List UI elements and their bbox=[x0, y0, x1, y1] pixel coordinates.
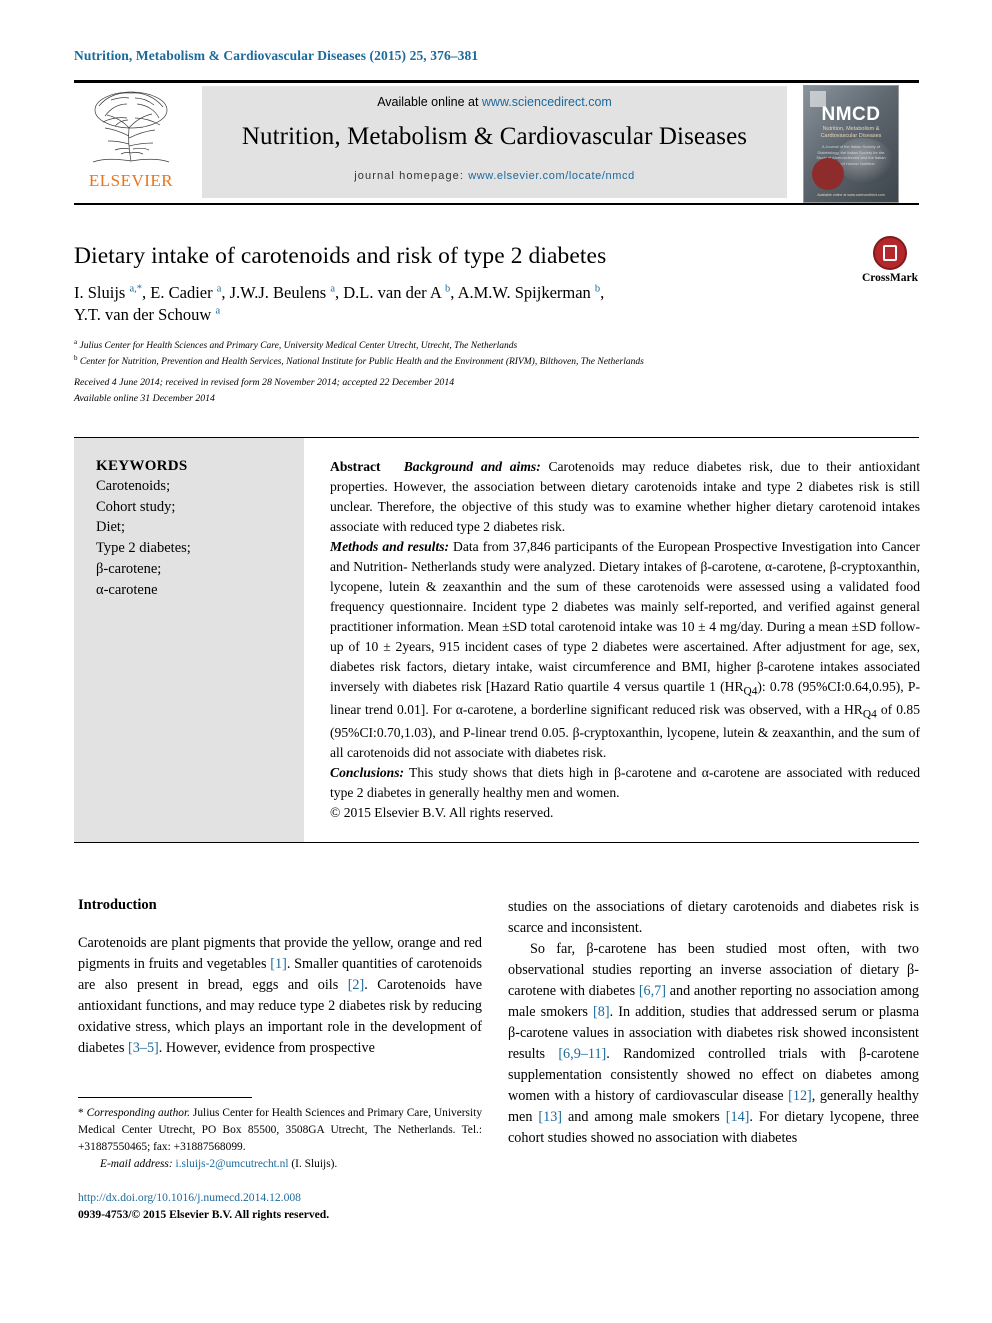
masthead-rule-bottom bbox=[74, 203, 919, 205]
page-title: Dietary intake of carotenoids and risk o… bbox=[74, 243, 607, 269]
journal-homepage-link[interactable]: www.elsevier.com/locate/nmcd bbox=[468, 170, 635, 182]
author-line-2: Y.T. van der Schouw a bbox=[74, 304, 221, 324]
available-online-prefix: Available online at bbox=[377, 95, 482, 109]
section-heading-introduction: Introduction bbox=[78, 897, 157, 913]
elsevier-tree-icon bbox=[92, 91, 170, 163]
crossmark-icon bbox=[873, 236, 907, 270]
keyword-item: Diet; bbox=[96, 519, 125, 536]
running-head: Nutrition, Metabolism & Cardiovascular D… bbox=[74, 48, 479, 63]
email-owner: (I. Sluijs). bbox=[291, 1158, 338, 1171]
abstract-methods-body-1: Data from 37,846 participants of the Eur… bbox=[330, 538, 920, 694]
cover-footer: Available online at www.sciencedirect.co… bbox=[817, 192, 885, 197]
history-available-online: Available online 31 December 2014 bbox=[74, 392, 215, 404]
corresponding-author-footnote: * Corresponding author. Julius Center fo… bbox=[78, 1105, 482, 1173]
doi-link[interactable]: http://dx.doi.org/10.1016/j.numecd.2014.… bbox=[78, 1190, 482, 1207]
crossmark-badge[interactable]: CrossMark bbox=[857, 236, 923, 284]
intro-paragraph-left: Carotenoids are plant pigments that prov… bbox=[78, 935, 482, 1057]
abstract-label: Abstract bbox=[330, 459, 381, 474]
doi-footer: http://dx.doi.org/10.1016/j.numecd.2014.… bbox=[78, 1190, 482, 1224]
abstract-background: Abstract Background and aims: Carotenoid… bbox=[330, 457, 920, 537]
abstract-methods-head: Methods and results: bbox=[330, 538, 450, 554]
author-list: I. Sluijs a,*, E. Cadier a, J.W.J. Beule… bbox=[74, 282, 794, 326]
keyword-item: α-carotene bbox=[96, 581, 158, 598]
keyword-item: Cohort study; bbox=[96, 498, 176, 515]
footnote-rule bbox=[78, 1097, 252, 1098]
paper-page: Nutrition, Metabolism & Cardiovascular D… bbox=[0, 0, 992, 1323]
abstract-hr-subscript-1: Q4 bbox=[743, 685, 758, 698]
cover-badge bbox=[812, 158, 844, 190]
email-link[interactable]: i.sluijs-2@umcutrecht.nl bbox=[176, 1158, 289, 1170]
issn-copyright: 0939-4753/© 2015 Elsevier B.V. All right… bbox=[78, 1207, 330, 1221]
affiliation-b: b Center for Nutrition, Prevention and H… bbox=[74, 354, 644, 368]
journal-homepage-line: journal homepage: www.elsevier.com/locat… bbox=[202, 170, 787, 182]
journal-title: Nutrition, Metabolism & Cardiovascular D… bbox=[241, 123, 748, 150]
elsevier-logo: ELSEVIER bbox=[77, 88, 185, 200]
footnote-corresponding: * Corresponding author. Julius Center fo… bbox=[78, 1107, 483, 1154]
intro-paragraph-right-2: So far, β-carotene has been studied most… bbox=[508, 941, 920, 1147]
cover-subtitle: Nutrition, Metabolism & Cardiovascular D… bbox=[820, 126, 882, 140]
affiliations: a Julius Center for Health Sciences and … bbox=[74, 337, 864, 370]
journal-masthead: ELSEVIER Available online at www.science… bbox=[74, 80, 919, 205]
journal-homepage-prefix: journal homepage: bbox=[354, 170, 469, 182]
journal-cover-thumbnail[interactable]: NMCD Nutrition, Metabolism & Cardiovascu… bbox=[803, 85, 899, 203]
intro-paragraph-right-1: studies on the associations of dietary c… bbox=[508, 899, 919, 937]
abstract-conclusions-head: Conclusions: bbox=[330, 765, 405, 781]
sciencedirect-link[interactable]: www.sciencedirect.com bbox=[482, 95, 612, 109]
abstract-copyright: © 2015 Elsevier B.V. All rights reserved… bbox=[330, 805, 554, 821]
journal-panel: Available online at www.sciencedirect.co… bbox=[202, 86, 787, 198]
history-received: Received 4 June 2014; received in revise… bbox=[74, 377, 455, 388]
abstract-methods: Methods and results: Data from 37,846 pa… bbox=[330, 537, 920, 763]
abstract-hr-subscript-2: Q4 bbox=[862, 708, 877, 721]
abstract-rule-bottom bbox=[74, 842, 919, 843]
author-line-1: I. Sluijs a,*, E. Cadier a, J.W.J. Beule… bbox=[74, 283, 605, 302]
cover-acronym: NMCD bbox=[821, 104, 881, 125]
crossmark-label: CrossMark bbox=[861, 272, 918, 284]
abstract-conclusions-body: This study shows that diets high in β-ca… bbox=[330, 765, 920, 801]
keywords-heading: KEYWORDS bbox=[96, 458, 188, 474]
keyword-item: Carotenoids; bbox=[96, 478, 171, 494]
abstract-conclusions: Conclusions: This study shows that diets… bbox=[330, 763, 920, 803]
body-column-right: studies on the associations of dietary c… bbox=[508, 897, 919, 1149]
abstract-background-head: Background and aims: bbox=[403, 459, 541, 474]
footnote-email-line: E-mail address: i.sluijs-2@umcutrecht.nl… bbox=[78, 1156, 482, 1173]
elsevier-wordmark: ELSEVIER bbox=[88, 171, 174, 190]
article-history: Received 4 June 2014; received in revise… bbox=[74, 375, 864, 406]
keyword-item: β-carotene; bbox=[96, 560, 162, 577]
available-online-line: Available online at www.sciencedirect.co… bbox=[202, 86, 787, 109]
body-column-left: Introduction Carotenoids are plant pigme… bbox=[78, 897, 482, 1059]
keywords-box: KEYWORDS Carotenoids; Cohort study; Diet… bbox=[74, 438, 304, 842]
masthead-rule-top bbox=[74, 80, 919, 83]
email-label: E-mail address: bbox=[100, 1158, 173, 1171]
abstract-text: Abstract Background and aims: Carotenoid… bbox=[330, 457, 920, 823]
keyword-item: Type 2 diabetes; bbox=[96, 540, 191, 557]
affiliation-a: a Julius Center for Health Sciences and … bbox=[74, 338, 518, 352]
